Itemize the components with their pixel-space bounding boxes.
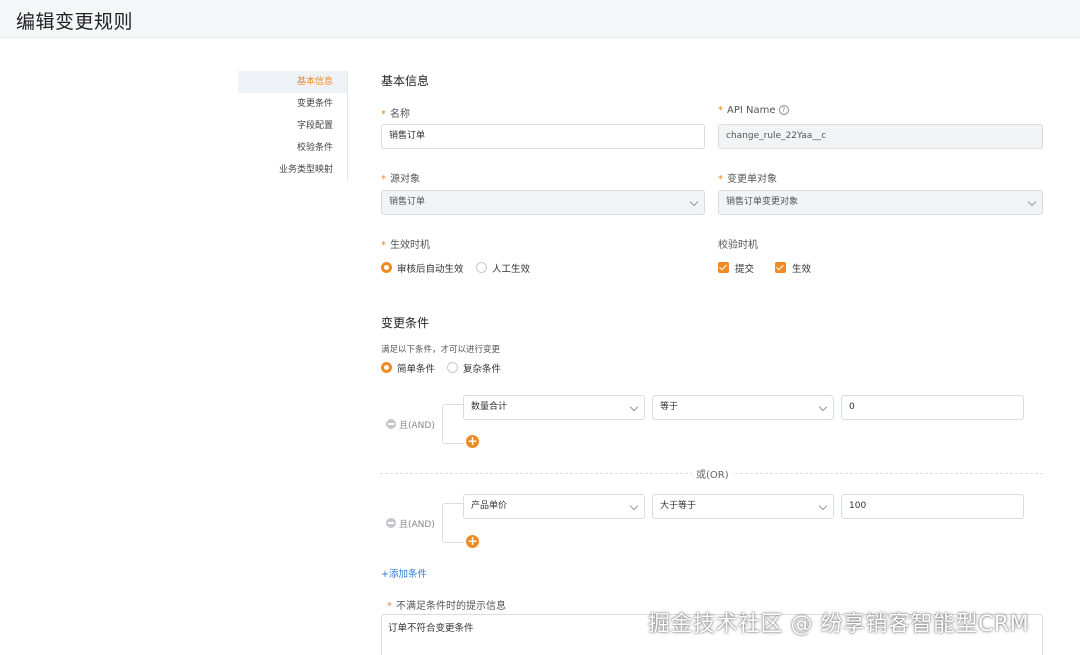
checkbox-submit-label: 提交 bbox=[735, 264, 755, 275]
required-mark: * bbox=[381, 174, 386, 185]
group-logic-label: 且(AND) bbox=[399, 520, 435, 530]
radio-complex-condition-label: 复杂条件 bbox=[463, 364, 502, 375]
nav-item-validation-conditions[interactable]: 校验条件 bbox=[297, 137, 333, 159]
or-label: 或(OR) bbox=[692, 466, 733, 481]
page-title: 编辑变更规则 bbox=[16, 11, 134, 33]
change-object-select[interactable]: 销售订单变更对象 bbox=[718, 190, 1043, 215]
checkbox-submit[interactable] bbox=[718, 262, 729, 273]
condition-field-value: 产品单价 bbox=[471, 501, 508, 511]
validation-timing-label: 校验时机 bbox=[718, 240, 758, 251]
add-row-icon[interactable]: + bbox=[466, 535, 479, 548]
radio-manual-effective[interactable] bbox=[476, 262, 487, 273]
chevron-down-icon bbox=[689, 197, 699, 207]
header-bar: 编辑变更规则 bbox=[0, 0, 1080, 38]
source-object-label: * 源对象 bbox=[381, 174, 420, 185]
condition-operator-value: 等于 bbox=[660, 402, 679, 412]
condition-field-value: 数量合计 bbox=[471, 402, 508, 412]
chevron-down-icon bbox=[629, 501, 639, 511]
side-nav: 基本信息 变更条件 字段配置 校验条件 业务类型映射 bbox=[238, 71, 348, 181]
nav-item-business-type-mapping[interactable]: 业务类型映射 bbox=[279, 159, 333, 181]
required-mark: * bbox=[381, 109, 386, 120]
checkbox-effective-label: 生效 bbox=[792, 264, 812, 275]
api-name-label: * API Name? bbox=[718, 105, 789, 116]
radio-manual-effective-label: 人工生效 bbox=[492, 264, 531, 275]
checkbox-effective[interactable] bbox=[775, 262, 786, 273]
group-bracket bbox=[442, 503, 464, 543]
condition-field-select[interactable]: 产品单价 bbox=[463, 494, 645, 519]
conditions-hint: 满足以下条件，才可以进行变更 bbox=[381, 345, 501, 355]
radio-auto-effective-label: 审核后自动生效 bbox=[397, 264, 464, 275]
source-object-value: 销售订单 bbox=[389, 197, 426, 207]
name-input[interactable]: 销售订单 bbox=[381, 124, 705, 149]
api-name-input: change_rule_22Yaa__c bbox=[718, 124, 1043, 149]
condition-field-select[interactable]: 数量合计 bbox=[463, 395, 645, 420]
source-object-select[interactable]: 销售订单 bbox=[381, 190, 705, 215]
group-logic-label: 且(AND) bbox=[399, 421, 435, 431]
required-mark: * bbox=[718, 174, 723, 185]
condition-operator-select[interactable]: 等于 bbox=[652, 395, 834, 420]
nav-item-field-config[interactable]: 字段配置 bbox=[297, 115, 333, 137]
message-label: * 不满足条件时的提示信息 bbox=[387, 601, 506, 612]
condition-value-input[interactable]: 0 bbox=[841, 395, 1024, 420]
remove-group-icon[interactable] bbox=[386, 518, 396, 528]
watermark-text: 掘金技术社区 @ 纷享销客智能型CRM bbox=[648, 612, 1030, 637]
required-mark: * bbox=[381, 240, 386, 251]
section-title-basic-info: 基本信息 bbox=[381, 74, 430, 88]
required-mark: * bbox=[387, 601, 392, 612]
radio-auto-effective[interactable] bbox=[381, 262, 392, 273]
section-title-change-conditions: 变更条件 bbox=[381, 316, 430, 330]
name-label: * 名称 bbox=[381, 109, 410, 120]
radio-complex-condition[interactable] bbox=[447, 362, 458, 373]
group-bracket bbox=[442, 404, 464, 444]
add-row-icon[interactable]: + bbox=[466, 435, 479, 448]
nav-item-change-conditions[interactable]: 变更条件 bbox=[297, 93, 333, 115]
chevron-down-icon bbox=[818, 501, 828, 511]
change-object-value: 销售订单变更对象 bbox=[726, 197, 799, 207]
change-object-label: * 变更单对象 bbox=[718, 174, 777, 185]
chevron-down-icon bbox=[629, 402, 639, 412]
effective-timing-label: * 生效时机 bbox=[381, 240, 430, 251]
add-condition-link[interactable]: +添加条件 bbox=[381, 566, 427, 580]
condition-value-input[interactable]: 100 bbox=[841, 494, 1024, 519]
radio-simple-condition[interactable] bbox=[381, 362, 392, 373]
required-mark: * bbox=[718, 105, 723, 116]
nav-item-basic-info[interactable]: 基本信息 bbox=[238, 71, 347, 93]
chevron-down-icon bbox=[818, 402, 828, 412]
help-icon[interactable]: ? bbox=[778, 105, 789, 115]
condition-operator-select[interactable]: 大于等于 bbox=[652, 494, 834, 519]
radio-simple-condition-label: 简单条件 bbox=[397, 364, 436, 375]
condition-operator-value: 大于等于 bbox=[660, 501, 697, 511]
chevron-down-icon bbox=[1027, 197, 1037, 207]
remove-group-icon[interactable] bbox=[386, 419, 396, 429]
